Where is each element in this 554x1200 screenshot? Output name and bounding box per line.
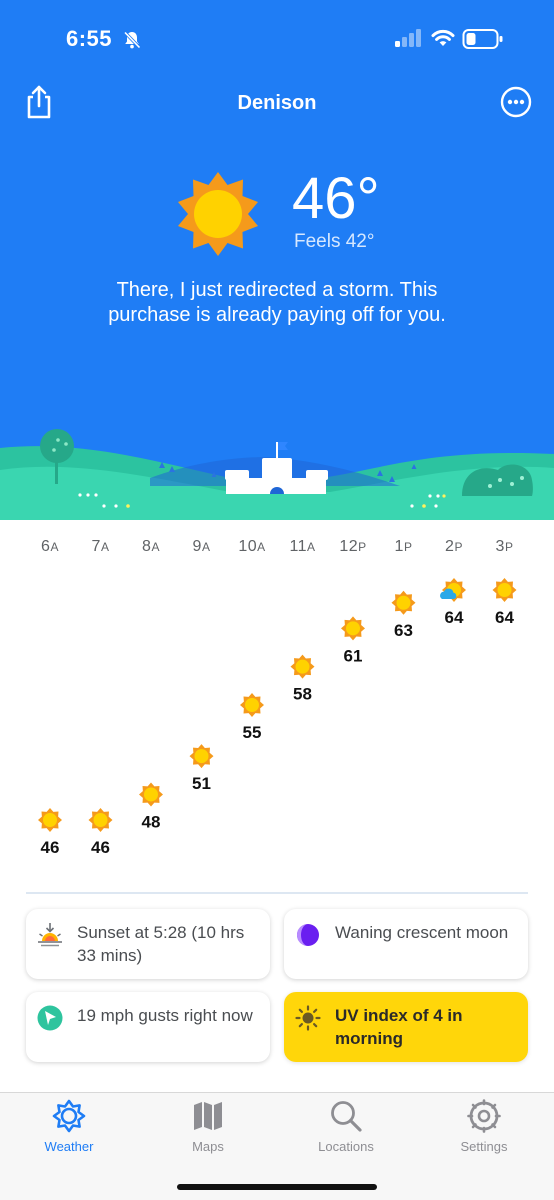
hour-temperature: 58 xyxy=(293,685,312,704)
sun-icon xyxy=(38,808,62,832)
weather-app: 6:55 Denison 46° Feels 42° There, I just… xyxy=(0,0,554,1200)
sun-icon xyxy=(189,744,214,769)
weather-quip: There, I just redirected a storm. This p… xyxy=(108,279,446,326)
hour-temperature: 64 xyxy=(495,608,514,627)
tab-locations[interactable]: Locations xyxy=(291,1099,401,1161)
hour-label: 7A xyxy=(91,538,110,555)
moon-text: Waning crescent moon xyxy=(335,923,509,942)
tab-weather[interactable]: Weather xyxy=(14,1099,124,1161)
cellular-signal-icon xyxy=(395,29,421,47)
wind-direction-icon xyxy=(37,1005,63,1031)
sun-icon xyxy=(290,654,315,679)
tab-maps[interactable]: Maps xyxy=(153,1099,263,1161)
magnifier-icon xyxy=(331,1101,362,1132)
hour-temperature: 46 xyxy=(41,838,60,857)
hourly-forecast[interactable]: 6A 7A 8A 9A 10A 11A 12P 1P 2P 3P 46 46 48 51 55 58 61 63… xyxy=(0,520,554,890)
hourly-temperature-graph: 46 46 48 51 55 58 61 63 64 64 xyxy=(38,578,517,857)
hour-label: 1P xyxy=(394,538,413,555)
hour-label: 6A xyxy=(41,538,59,555)
hour-temperature: 51 xyxy=(192,774,211,793)
hour-temperature: 61 xyxy=(344,646,363,665)
uv-sun-icon xyxy=(295,1005,321,1031)
wifi-icon xyxy=(431,29,455,46)
hour-label: 10A xyxy=(238,538,266,555)
sun-icon xyxy=(139,782,163,807)
tab-maps-label: Maps xyxy=(192,1139,224,1154)
moon-phase-icon xyxy=(297,924,319,946)
hour-temperature: 63 xyxy=(394,621,413,640)
hour-temperature: 64 xyxy=(445,608,464,627)
tab-settings-label: Settings xyxy=(460,1139,508,1154)
city-name[interactable]: Denison xyxy=(0,92,554,115)
partly-cloudy-icon xyxy=(440,578,466,602)
hour-label: 12P xyxy=(339,538,367,555)
hour-label: 2P xyxy=(445,538,463,555)
hour-label: 9A xyxy=(192,538,211,555)
header-bar: Denison xyxy=(0,84,554,124)
hour-label: 3P xyxy=(495,538,514,555)
current-weather: 46° Feels 42° xyxy=(0,168,554,268)
sun-icon xyxy=(391,590,416,615)
bell-slash-icon xyxy=(123,31,141,49)
status-bar: 6:55 xyxy=(0,22,554,56)
sun-icon xyxy=(492,578,517,602)
tab-locations-label: Locations xyxy=(318,1139,374,1154)
hour-temperature: 48 xyxy=(142,812,161,831)
current-conditions-panel: 6:55 Denison 46° Feels 42° There, I just… xyxy=(0,0,554,520)
sunset-card[interactable]: Sunset at 5:28 (10 hrs 33 mins) xyxy=(26,909,270,979)
sun-icon xyxy=(178,172,258,256)
tab-settings[interactable]: Settings xyxy=(429,1099,539,1161)
sunset-text: Sunset at 5:28 (10 hrs 33 mins) xyxy=(77,923,245,965)
uv-index-text: UV index of 4 in morning xyxy=(335,1006,463,1048)
divider xyxy=(26,892,528,894)
hour-temperature: 46 xyxy=(91,838,110,857)
battery-icon xyxy=(462,29,503,49)
sun-icon xyxy=(341,616,365,641)
hour-label: 11A xyxy=(289,538,316,555)
wind-gust-text: 19 mph gusts right now xyxy=(77,1006,253,1025)
uv-index-card[interactable]: UV index of 4 in morning xyxy=(284,992,528,1062)
sun-icon xyxy=(88,808,113,832)
moon-card[interactable]: Waning crescent moon xyxy=(284,909,528,979)
feels-like: Feels 42° xyxy=(294,231,375,252)
current-temperature: 46° xyxy=(292,166,380,231)
landscape-illustration xyxy=(0,429,554,520)
weather-gear-sun-icon xyxy=(52,1099,86,1133)
hour-temperature: 55 xyxy=(243,723,262,742)
wind-gust-card[interactable]: 19 mph gusts right now xyxy=(26,992,270,1062)
ellipsis-circle-icon[interactable] xyxy=(500,86,532,118)
map-icon xyxy=(194,1102,222,1130)
hour-labels: 6A 7A 8A 9A 10A 11A 12P 1P 2P 3P xyxy=(0,538,554,558)
home-indicator xyxy=(177,1184,377,1190)
sun-icon xyxy=(240,693,264,717)
hour-label: 8A xyxy=(142,538,160,555)
tab-weather-label: Weather xyxy=(44,1139,94,1154)
sunset-icon xyxy=(38,923,62,947)
status-time: 6:55 xyxy=(66,26,113,51)
settings-gear-icon xyxy=(467,1099,501,1133)
